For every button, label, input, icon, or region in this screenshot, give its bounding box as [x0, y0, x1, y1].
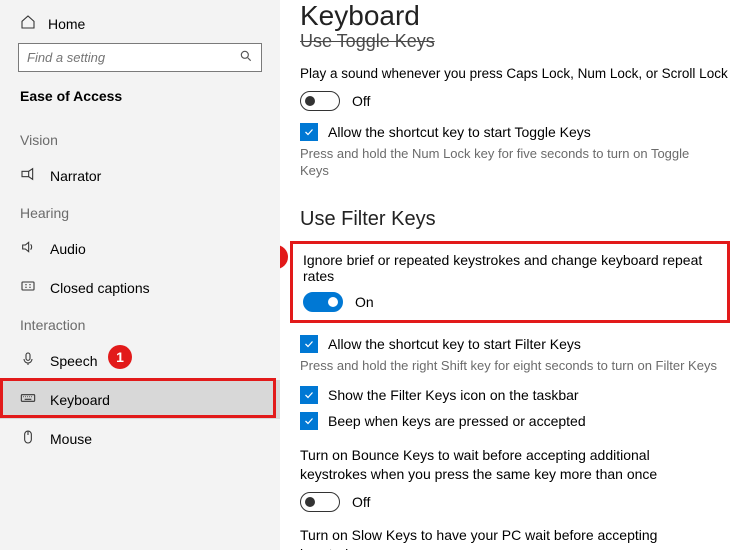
sidebar-item-closed-captions[interactable]: Closed captions [0, 268, 280, 307]
toggle-keys-switch-label: Off [352, 93, 370, 109]
audio-icon [20, 239, 36, 258]
search-input-wrap[interactable] [18, 43, 262, 72]
filter-keys-shortcut-checkbox[interactable] [300, 335, 318, 353]
sidebar-group-hearing: Hearing [0, 195, 280, 229]
sidebar-item-label: Closed captions [50, 280, 150, 296]
filter-keys-hint: Press and hold the right Shift key for e… [300, 357, 730, 375]
page-title: Keyboard [300, 0, 730, 32]
annotation-highlight-1 [0, 378, 276, 418]
sidebar-item-keyboard[interactable]: Keyboard [0, 380, 280, 419]
narrator-icon [20, 166, 36, 185]
sidebar-group-interaction: Interaction [0, 307, 280, 341]
bounce-keys-switch-label: Off [352, 494, 370, 510]
filter-keys-beep-checkbox[interactable] [300, 412, 318, 430]
keyboard-icon [20, 390, 36, 409]
filter-keys-shortcut-label: Allow the shortcut key to start Filter K… [328, 336, 581, 352]
sidebar-item-label: Speech [50, 353, 97, 369]
main-panel: Keyboard Use Toggle Keys Play a sound wh… [280, 0, 750, 550]
annotation-badge-2: 2 [280, 245, 288, 269]
mouse-icon [20, 429, 36, 448]
filter-keys-taskbar-label: Show the Filter Keys icon on the taskbar [328, 387, 579, 403]
sidebar-item-mouse[interactable]: Mouse [0, 419, 280, 458]
sidebar-item-audio[interactable]: Audio [0, 229, 280, 268]
bounce-keys-description: Turn on Bounce Keys to wait before accep… [300, 446, 710, 484]
sidebar-item-label: Audio [50, 241, 86, 257]
toggle-keys-heading: Use Toggle Keys [300, 31, 730, 52]
search-input[interactable] [27, 50, 239, 65]
sidebar-item-label: Mouse [50, 431, 92, 447]
filter-keys-description: Ignore brief or repeated keystrokes and … [303, 252, 717, 284]
search-icon [239, 49, 253, 66]
annotation-highlight-2: Ignore brief or repeated keystrokes and … [290, 241, 730, 323]
sidebar-home[interactable]: Home [0, 8, 280, 43]
filter-keys-switch-label: On [355, 294, 374, 310]
filter-keys-beep-label: Beep when keys are pressed or accepted [328, 413, 586, 429]
filter-keys-taskbar-checkbox[interactable] [300, 386, 318, 404]
filter-keys-heading: Use Filter Keys [300, 208, 730, 231]
slow-keys-description: Turn on Slow Keys to have your PC wait b… [300, 526, 720, 550]
toggle-keys-description: Play a sound whenever you press Caps Loc… [300, 65, 730, 83]
sidebar-group-vision: Vision [0, 122, 280, 156]
sidebar-item-label: Keyboard [50, 392, 110, 408]
home-icon [20, 14, 36, 33]
toggle-keys-shortcut-label: Allow the shortcut key to start Toggle K… [328, 124, 591, 140]
sidebar-item-speech[interactable]: Speech 1 [0, 341, 280, 380]
sidebar-home-label: Home [48, 16, 85, 32]
annotation-badge-1: 1 [108, 345, 132, 369]
sidebar-category-title: Ease of Access [0, 82, 280, 120]
filter-keys-switch[interactable] [303, 292, 343, 312]
toggle-keys-hint: Press and hold the Num Lock key for five… [300, 145, 700, 180]
sidebar-item-label: Narrator [50, 168, 101, 184]
microphone-icon [20, 351, 36, 370]
toggle-keys-shortcut-checkbox[interactable] [300, 123, 318, 141]
closed-captions-icon [20, 278, 36, 297]
bounce-keys-switch[interactable] [300, 492, 340, 512]
toggle-keys-switch[interactable] [300, 91, 340, 111]
sidebar: Home Ease of Access Vision Narrator Hear… [0, 0, 280, 550]
sidebar-item-narrator[interactable]: Narrator [0, 156, 280, 195]
